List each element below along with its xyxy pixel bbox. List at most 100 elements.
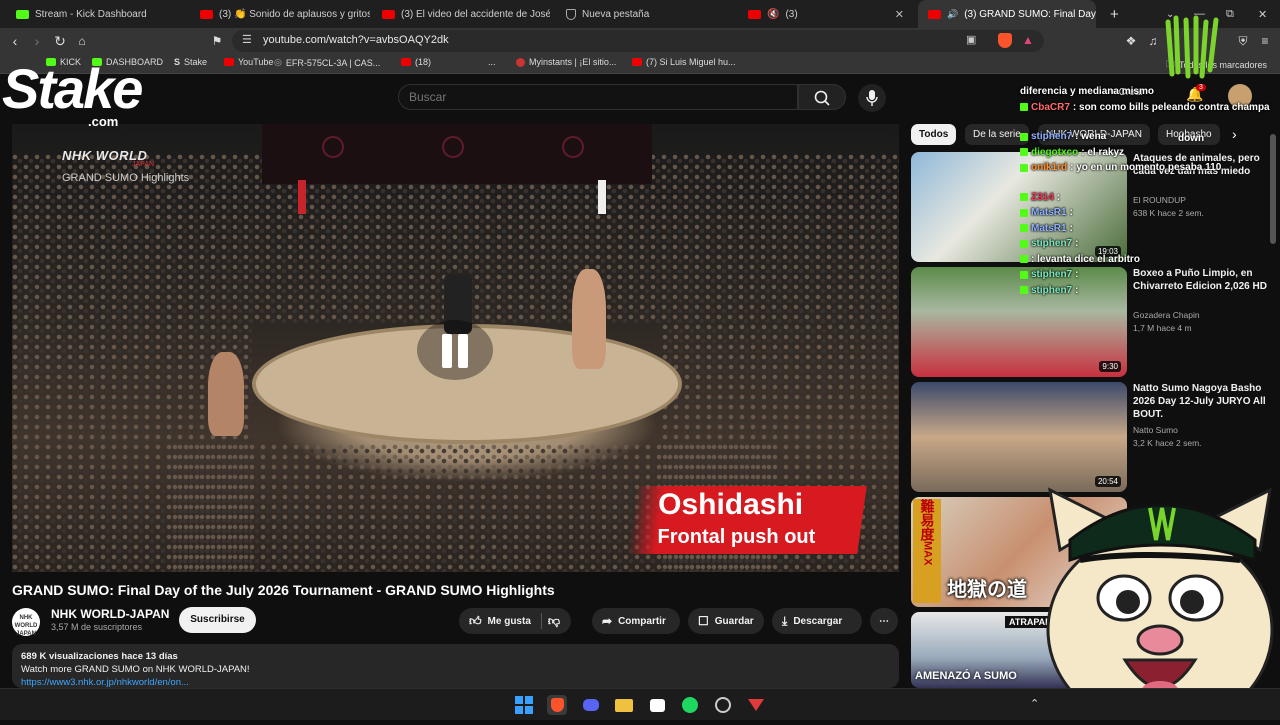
more-actions-button[interactable]: ⋯ [870, 608, 898, 634]
tab-nueva-pestana[interactable]: Nueva pestaña [556, 0, 734, 28]
chat-text: : [1056, 191, 1061, 203]
tab-label: (3) [785, 8, 798, 20]
description-line: Watch more GRAND SUMO on NHK WORLD-JAPAN… [21, 664, 250, 675]
pause-icon [458, 334, 468, 368]
reload-icon[interactable]: ↻ [51, 32, 69, 50]
tab-video-accidente[interactable]: (3) El video del accidente de José An [372, 0, 550, 28]
media-icon[interactable]: ♫ [1144, 32, 1162, 50]
chip-todos[interactable]: Todos [911, 124, 957, 145]
nhk-world-bug: NHK WORLD JAPAN GRAND SUMO Highlights [62, 148, 212, 208]
download-button[interactable]: ⤓ Descargar [772, 608, 862, 634]
bookmark-18[interactable]: (18) [401, 57, 431, 67]
tab-kick-dashboard[interactable]: Stream - Kick Dashboard [6, 0, 190, 28]
stream-chat-overlay: diferencia y mediana mismo CbaCR7: son c… [1020, 84, 1270, 324]
subscriber-count: 3,57 M de suscriptores [51, 622, 143, 632]
spotify-icon[interactable] [680, 695, 700, 715]
voice-search-button[interactable] [858, 84, 886, 112]
chat-message: stiphen7: [1020, 236, 1260, 252]
home-icon[interactable]: ⌂ [73, 32, 91, 50]
chat-user: MatsR1 [1031, 222, 1067, 234]
chat-user: Z314 [1031, 191, 1054, 203]
subscribe-button[interactable]: Suscribirse [179, 607, 256, 633]
tab-grand-sumo[interactable]: 🔊 (3) GRAND SUMO: Final Day ✕ [918, 0, 1096, 28]
bookmark-luis-miguel[interactable]: (7) Si Luis Miguel hu... [632, 57, 736, 67]
site-info-icon[interactable]: ☰ [242, 33, 252, 46]
menu-icon[interactable]: ≡ [1256, 32, 1274, 50]
brave-browser-icon[interactable] [547, 695, 567, 715]
divider [540, 613, 542, 629]
app-icon[interactable] [746, 695, 766, 715]
wrestler-standing [572, 269, 606, 369]
rec-title[interactable]: Natto Sumo Nagoya Basho 2026 Day 12-July… [1133, 382, 1268, 421]
extensions-icon[interactable]: ❖ [1122, 32, 1140, 50]
chat-message: CbaCR7: son como bills peleando contra c… [1020, 100, 1270, 116]
bookmark-myinstants[interactable]: Myinstants | ¡El sitio... [516, 57, 616, 67]
video-player[interactable]: NHK WORLD JAPAN GRAND SUMO Highlights Os… [12, 124, 899, 572]
thumb-japanese-text: 地獄の道 [947, 579, 1027, 601]
bookmark-more[interactable]: ... [488, 57, 496, 67]
bookmark-efr[interactable]: ◎ EFR-575CL-3A | CAS... [274, 57, 380, 68]
chat-text: : levanta dice el arbitro [1031, 253, 1140, 265]
channel-avatar-text: NHK WORLD JAPAN [14, 615, 38, 637]
back-icon[interactable]: ‹ [6, 32, 24, 50]
tray-chevron-icon[interactable]: ⌃ [1030, 697, 1039, 710]
obs-icon[interactable] [647, 695, 667, 715]
channel-name[interactable]: NHK WORLD-JAPAN [51, 607, 169, 621]
new-tab-icon[interactable]: + [1100, 0, 1122, 28]
forward-icon[interactable]: › [28, 32, 46, 50]
tab-muted-youtube[interactable]: 🔇 (3) ✕ [738, 0, 914, 28]
bookmark-label: EFR-575CL-3A | CAS... [285, 57, 381, 68]
like-dislike-group: 👍︎ Me gusta 👎︎ [459, 608, 571, 634]
description-box[interactable]: 689 K visualizaciones hace 13 días Watch… [12, 644, 899, 688]
rec-channel[interactable]: Natto Sumo [1133, 425, 1178, 435]
kick-icon [16, 9, 29, 19]
chat-user: MatsR1 [1031, 207, 1067, 218]
youtube-icon [224, 58, 234, 66]
bookmark-icon[interactable]: ⚑ [208, 32, 226, 50]
browser-tab-strip: Stream - Kick Dashboard (3) 👏 Sonido de … [0, 0, 1280, 28]
bookmark-label: Stake [184, 57, 208, 67]
bookmark-label: ... [488, 57, 496, 67]
recommended-video[interactable]: 20:54 Natto Sumo Nagoya Basho 2026 Day 1… [911, 382, 1271, 492]
chat-badge-icon [1020, 132, 1028, 141]
video-thumbnail[interactable]: 20:54 [911, 382, 1127, 492]
steam-icon[interactable] [713, 695, 733, 715]
close-window-icon[interactable]: ✕ [1248, 0, 1272, 28]
tab-sonido-aplausos[interactable]: (3) 👏 Sonido de aplausos y gritos d [190, 0, 370, 28]
dislike-button[interactable]: 👎︎ [548, 614, 560, 629]
chat-text: diferencia y mediana mismo [1020, 86, 1154, 97]
vpn-icon[interactable]: ⛨ [1234, 32, 1252, 50]
search-button[interactable] [798, 84, 846, 110]
save-button[interactable]: ☐ Guardar [688, 608, 764, 634]
pause-icon [442, 334, 452, 368]
crest-icon [322, 136, 344, 158]
download-label: Descargar [793, 615, 843, 627]
chat-message: MatsR1: [1020, 205, 1260, 221]
pause-button[interactable] [417, 320, 493, 380]
mic-icon [866, 90, 878, 106]
chat-user: onik1rd [1031, 162, 1068, 173]
crest-icon [562, 136, 584, 158]
windows-start-icon[interactable] [514, 695, 534, 715]
brave-rewards-icon[interactable]: ▲ [1022, 33, 1034, 47]
cast-icon[interactable]: ▣ [966, 33, 976, 46]
like-label: Me gusta [487, 615, 531, 627]
red-tassel [298, 180, 306, 214]
chat-message: stiphen7: [1020, 267, 1260, 283]
scrollbar-thumb[interactable] [1270, 134, 1276, 244]
like-button[interactable]: 👍︎ Me gusta [469, 614, 531, 629]
brave-shields-icon[interactable] [998, 33, 1012, 48]
share-button[interactable]: ➦ Compartir [592, 608, 680, 634]
search-box[interactable] [398, 84, 798, 110]
chat-badge-icon [1020, 286, 1028, 295]
discord-icon[interactable] [581, 695, 601, 715]
bookmark-label: Myinstants | ¡El sitio... [529, 57, 617, 67]
bookmark-youtube[interactable]: YouTube [224, 57, 273, 67]
search-input[interactable] [399, 85, 797, 109]
close-tab-icon[interactable]: ✕ [895, 8, 904, 21]
cat-avatar-overlay [1040, 480, 1280, 725]
file-explorer-icon[interactable] [614, 695, 634, 715]
channel-avatar[interactable]: NHK WORLD JAPAN [12, 608, 40, 637]
address-bar[interactable]: ☰ youtube.com/watch?v=avbsOAQY2dk ▣ ▲ [232, 30, 1044, 52]
youtube-icon [928, 9, 941, 19]
